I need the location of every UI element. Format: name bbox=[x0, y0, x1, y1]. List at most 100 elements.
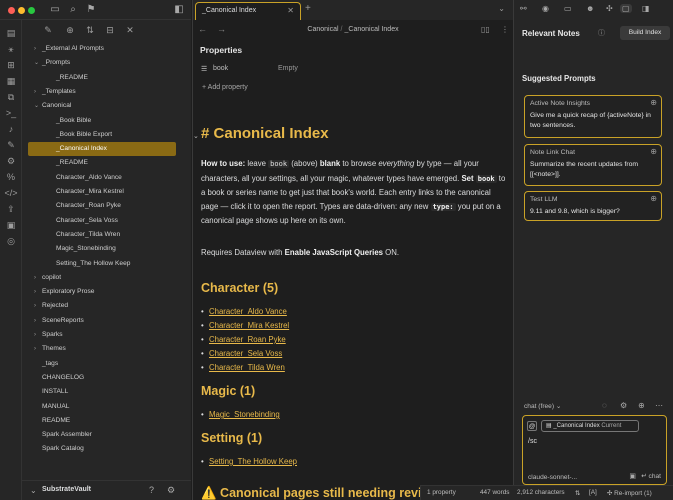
tree-folder[interactable]: › _Templates bbox=[22, 85, 187, 99]
tree-file[interactable]: _Canonical Index bbox=[28, 142, 176, 157]
sidebar-toggle-icon[interactable]: ◧ bbox=[172, 3, 186, 17]
tree-file[interactable]: Character_Roan Pyke bbox=[22, 199, 187, 213]
sort-icon[interactable]: ⇅ bbox=[84, 24, 96, 36]
chat-input-box[interactable]: @ ▤ _Canonical Index Current /sc claude-… bbox=[522, 415, 667, 485]
new-tab-icon[interactable]: + bbox=[305, 3, 311, 14]
tree-file[interactable]: CHANGELOG bbox=[22, 371, 187, 385]
add-prompt-icon[interactable]: ⊕ bbox=[650, 147, 657, 156]
export-icon[interactable]: ⇪ bbox=[4, 202, 18, 216]
graph-icon[interactable]: ⚹ bbox=[4, 42, 18, 56]
tree-file[interactable]: _tags bbox=[22, 357, 187, 371]
build-index-button[interactable]: Build Index bbox=[620, 26, 670, 40]
tree-file[interactable]: README bbox=[22, 414, 187, 428]
tree-folder[interactable]: › Rejected bbox=[22, 299, 187, 313]
fold-chevron-icon[interactable]: ⌄ bbox=[193, 132, 199, 140]
tree-file[interactable]: _README bbox=[22, 71, 187, 85]
settings-gear-icon[interactable]: ⚙ bbox=[167, 485, 175, 496]
reading-view-icon[interactable]: ▯▯ bbox=[481, 25, 490, 34]
calendar-icon[interactable]: ▦ bbox=[4, 74, 18, 88]
tree-file[interactable]: Spark Catalog bbox=[22, 442, 187, 456]
tree-file[interactable]: INSTALL bbox=[22, 385, 187, 399]
collapse-all-icon[interactable]: ⊟ bbox=[104, 24, 116, 36]
property-key[interactable]: book bbox=[213, 65, 228, 72]
publish-icon[interactable]: ⚙ bbox=[4, 154, 18, 168]
chat-bubble-icon[interactable]: ▢ bbox=[620, 4, 632, 13]
new-note-icon[interactable]: ✎ bbox=[42, 24, 54, 36]
sidebar-right-icon[interactable]: ◨ bbox=[642, 4, 650, 13]
link-icon[interactable]: ⚯ bbox=[520, 4, 527, 13]
tab-canonical-index[interactable]: _Canonical Index ✕ bbox=[195, 2, 301, 20]
tree-file[interactable]: Spark Assembler bbox=[22, 428, 187, 442]
mention-button[interactable]: @ bbox=[527, 421, 537, 431]
tree-file[interactable]: Character_Mira Kestrel bbox=[22, 185, 187, 199]
tree-folder[interactable]: ⌄ _Prompts bbox=[22, 56, 187, 70]
prompt-card-note-link[interactable]: Note Link Chat ⊕ Summarize the recent up… bbox=[524, 144, 662, 186]
code-icon[interactable]: </> bbox=[4, 186, 18, 200]
link-character-aldo-vance[interactable]: Character_Aldo Vance bbox=[201, 307, 287, 316]
status-sync-icon[interactable]: ⇅ bbox=[575, 489, 580, 497]
breadcrumb-parent[interactable]: Canonical bbox=[307, 26, 338, 33]
more-options-icon[interactable]: ⋮ bbox=[501, 25, 509, 34]
image-attach-icon[interactable]: ▣ bbox=[629, 472, 636, 480]
prompt-card-active-note[interactable]: Active Note Insights ⊕ Give me a quick r… bbox=[524, 95, 662, 138]
close-panel-icon[interactable]: ✕ bbox=[124, 24, 136, 36]
link-magic-stonebinding[interactable]: Magic_Stonebinding bbox=[201, 410, 280, 419]
add-prompt-icon[interactable]: ⊕ bbox=[650, 194, 657, 203]
canvas-icon[interactable]: ⊞ bbox=[4, 58, 18, 72]
help-circle-icon[interactable]: ⓘ bbox=[598, 28, 605, 38]
close-window-button[interactable] bbox=[8, 7, 15, 14]
tree-file[interactable]: Magic_Stonebinding bbox=[22, 242, 187, 256]
property-value[interactable]: Empty bbox=[278, 65, 298, 72]
chat-settings-icon[interactable]: ⚙ bbox=[620, 401, 627, 410]
panel-icon[interactable]: ▣ bbox=[4, 218, 18, 232]
tree-folder[interactable]: › copilot bbox=[22, 271, 187, 285]
file-icon[interactable]: ▤ bbox=[4, 26, 18, 40]
tool-icon[interactable]: ✎ bbox=[4, 138, 18, 152]
puzzle-icon[interactable]: ✣ bbox=[606, 4, 613, 13]
tree-file[interactable]: Character_Sela Voss bbox=[22, 214, 187, 228]
search-icon[interactable]: ⌕ bbox=[66, 3, 80, 17]
person-icon[interactable]: ☻ bbox=[586, 4, 594, 13]
archive-icon[interactable]: ▭ bbox=[564, 4, 572, 13]
percent-icon[interactable]: % bbox=[4, 170, 18, 184]
link-setting-hollow-keep[interactable]: Setting_The Hollow Keep bbox=[201, 457, 297, 466]
status-properties[interactable]: 1 property bbox=[427, 489, 456, 496]
tree-folder[interactable]: ⌄ Canonical bbox=[22, 99, 187, 113]
tree-folder[interactable]: › SceneReports bbox=[22, 314, 187, 328]
send-chat-button[interactable]: ↵ chat bbox=[641, 472, 661, 480]
folder-icon[interactable]: ▭ bbox=[48, 3, 62, 17]
prompt-card-test-llm[interactable]: Test LLM ⊕ 9.11 and 9.8, which is bigger… bbox=[524, 191, 662, 221]
status-mode[interactable]: [A] bbox=[589, 489, 597, 496]
bookmark-icon[interactable]: ⚑ bbox=[84, 3, 98, 17]
chat-mode-select[interactable]: chat (free) ⌄ bbox=[524, 402, 561, 410]
tree-file[interactable]: _README bbox=[22, 156, 187, 170]
more-icon[interactable]: ⋯ bbox=[655, 401, 663, 410]
link-character-sela-voss[interactable]: Character_Sela Voss bbox=[201, 349, 282, 358]
help-circle-icon[interactable]: ◎ bbox=[4, 234, 18, 248]
tree-file[interactable]: _Book Bible bbox=[22, 114, 187, 128]
status-reimport[interactable]: ✣ Re-import (1) bbox=[607, 489, 652, 497]
tab-list-chevron-icon[interactable]: ⌄ bbox=[498, 4, 505, 13]
link-character-mira-kestrel[interactable]: Character_Mira Kestrel bbox=[201, 321, 289, 330]
terminal-icon[interactable]: >_ bbox=[4, 106, 18, 120]
add-property-button[interactable]: + Add property bbox=[202, 84, 248, 91]
tree-file[interactable]: Character_Tilda Wren bbox=[22, 228, 187, 242]
vault-switch-icon[interactable]: ⌄ bbox=[30, 486, 37, 495]
chat-history-icon[interactable]: ◌ bbox=[602, 401, 607, 410]
context-note-chip[interactable]: ▤ _Canonical Index Current bbox=[541, 420, 639, 432]
palette-icon[interactable]: ◉ bbox=[542, 4, 549, 13]
breadcrumb-current[interactable]: _Canonical Index bbox=[345, 26, 399, 33]
tree-folder[interactable]: › Sparks bbox=[22, 328, 187, 342]
vault-name[interactable]: SubstrateVault bbox=[42, 486, 91, 493]
tree-folder[interactable]: › _External AI Prompts bbox=[22, 42, 187, 56]
new-folder-icon[interactable]: ⊕ bbox=[64, 24, 76, 36]
help-icon[interactable]: ? bbox=[149, 485, 154, 495]
new-chat-icon[interactable]: ⊕ bbox=[638, 401, 645, 410]
tree-file[interactable]: MANUAL bbox=[22, 400, 187, 414]
maximize-window-button[interactable] bbox=[28, 7, 35, 14]
tab-close-icon[interactable]: ✕ bbox=[287, 6, 294, 15]
model-select[interactable]: claude-sonnet-... bbox=[528, 474, 577, 481]
tree-folder[interactable]: › Themes bbox=[22, 342, 187, 356]
link-character-tilda-wren[interactable]: Character_Tilda Wren bbox=[201, 363, 285, 372]
audio-icon[interactable]: ♪ bbox=[4, 122, 18, 136]
